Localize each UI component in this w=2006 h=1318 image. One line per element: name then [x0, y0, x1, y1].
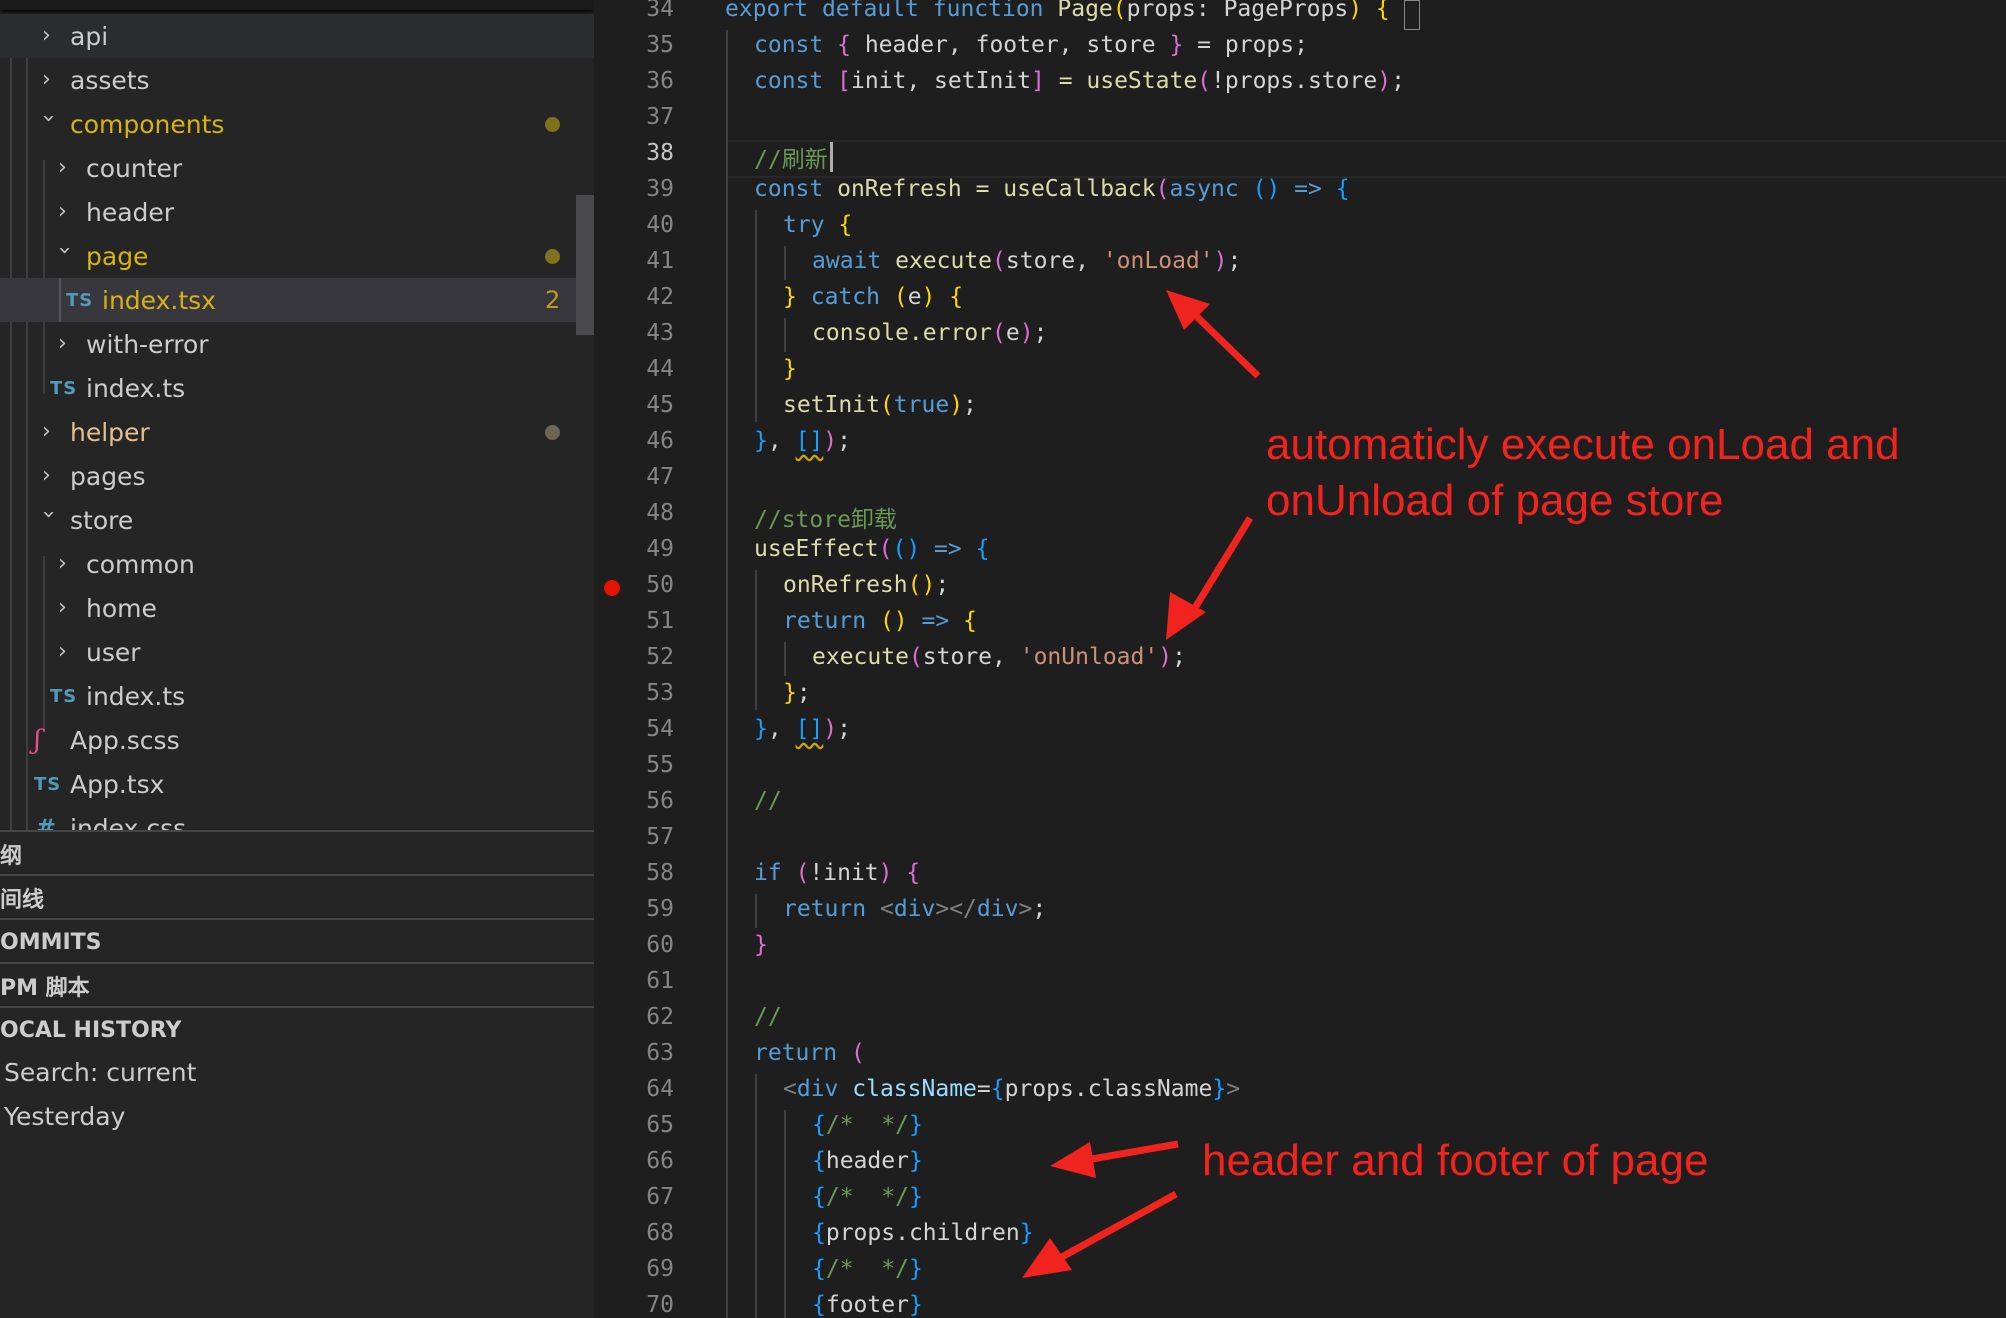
arrow-to-onload-icon	[1166, 290, 1261, 379]
arrow-to-onunload-icon	[1166, 516, 1253, 640]
arrow-to-header-icon	[1050, 1140, 1179, 1178]
annotation-arrows	[1022, 290, 1261, 1278]
arrow-to-footer-icon	[1022, 1190, 1178, 1278]
